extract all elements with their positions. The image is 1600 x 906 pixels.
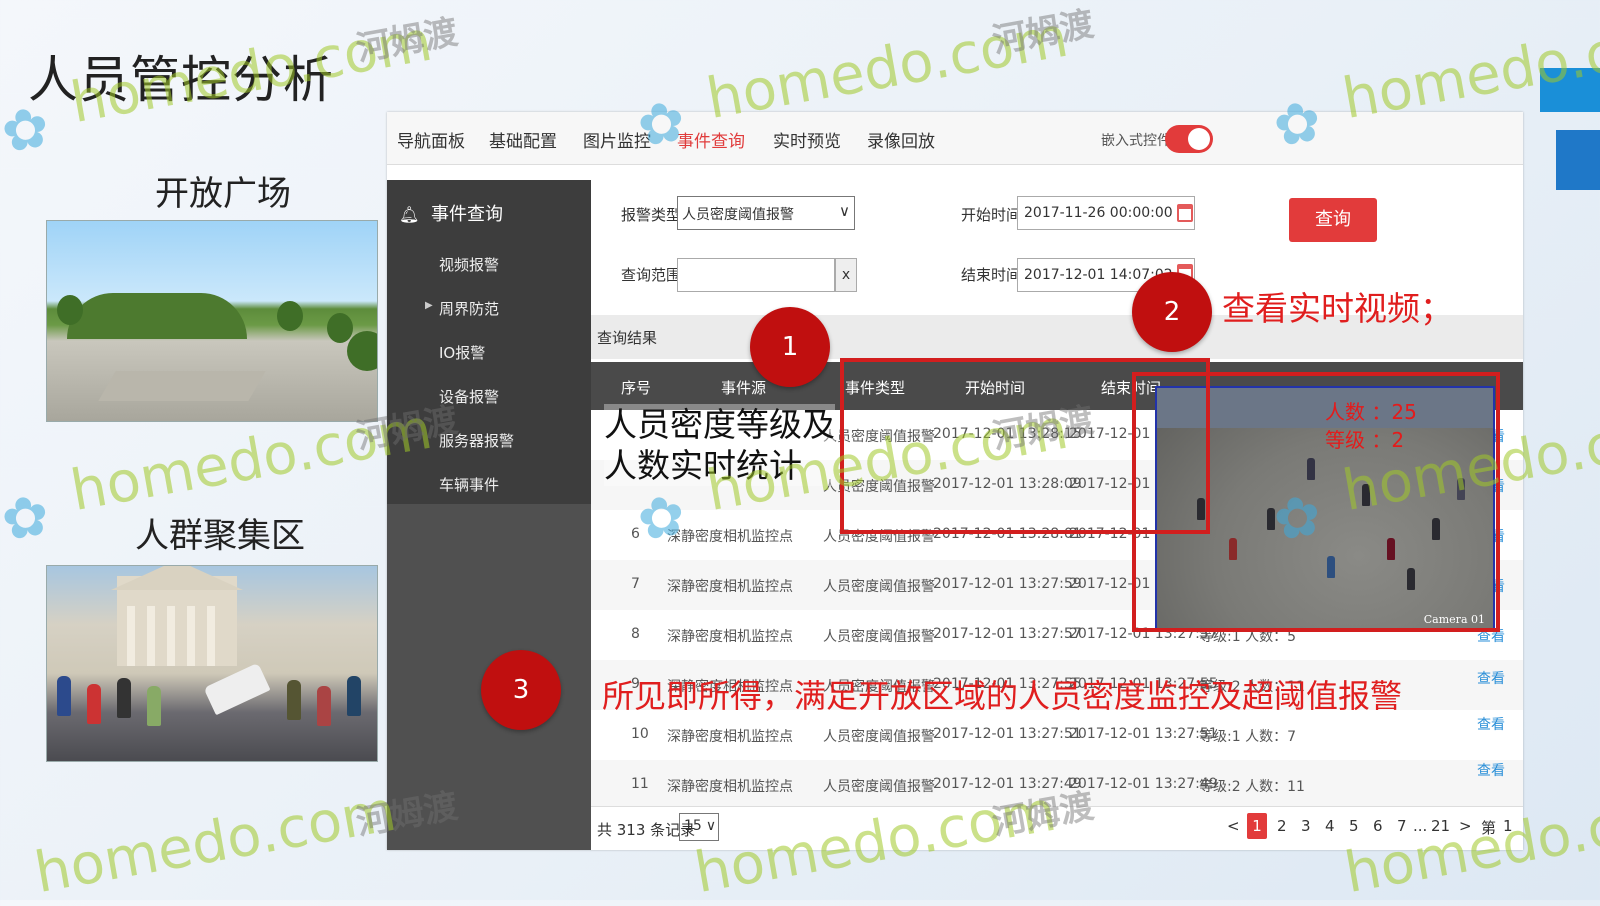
cell-no: 7 (631, 576, 640, 592)
embed-control-toggle[interactable] (1165, 125, 1213, 153)
column-header: 事件源 (721, 379, 767, 397)
decor-bar (1556, 130, 1600, 190)
cell-type: 人员密度阈值报警 (823, 629, 935, 645)
cell-start: 2017-12-01 13:27:59 (933, 576, 1082, 592)
annotation-text-2: 查看实时视频； (1222, 289, 1453, 328)
cell-info: 等级:1 人数：7 (1199, 729, 1296, 745)
sidebar-item-video-alarm[interactable]: 视频报警 (439, 254, 499, 275)
crowd-area-photo (46, 565, 378, 762)
page-1[interactable]: 1 (1247, 813, 1267, 839)
chevron-down-icon: ∨ (705, 818, 717, 834)
cell-end: 2017-12-01 13:27:49 (1069, 776, 1218, 792)
expand-arrow-icon: ▶ (425, 300, 433, 311)
annotation-marker-3: 3 (481, 650, 561, 730)
calendar-icon[interactable] (1177, 204, 1193, 222)
cell-start: 2017-12-01 13:27:51 (933, 726, 1082, 742)
bell-icon: 🔔︎ (399, 205, 420, 224)
cell-type: 人员密度阈值报警 (823, 779, 935, 795)
view-link[interactable]: 查看 (1477, 760, 1505, 780)
sidebar: 🔔︎ 事件查询 视频报警 ▶ 周界防范 IO报警 设备报警 服务器报警 车辆事件 (387, 180, 591, 850)
watermark-logo-icon: ✿ (1268, 88, 1327, 161)
watermark: homedo.com (30, 778, 401, 906)
sidebar-item-perimeter[interactable]: 周界防范 (439, 298, 499, 319)
sidebar-item-vehicle-event[interactable]: 车辆事件 (439, 474, 499, 495)
label-crowd-area: 人群聚集区 (135, 516, 305, 556)
alarm-type-select[interactable]: 人员密度阈值报警 ∨ (677, 196, 855, 230)
embed-control-label: 嵌入式控件 (1101, 133, 1171, 149)
cell-source: 深静密度相机监控点 (667, 779, 793, 795)
cell-start: 2017-12-01 13:27:57 (933, 626, 1082, 642)
page-5[interactable]: 5 (1349, 817, 1359, 835)
nav-dashboard[interactable]: 导航面板 (397, 127, 465, 152)
sidebar-header[interactable]: 🔔︎ 事件查询 (399, 200, 503, 226)
watermark: 河姆渡 (353, 12, 461, 70)
annotation-marker-1: 1 (750, 307, 830, 387)
results-label: 查询结果 (597, 329, 658, 347)
prev-page-button[interactable]: < (1227, 817, 1240, 835)
cell-source: 深静密度相机监控点 (667, 629, 793, 645)
nav-playback[interactable]: 录像回放 (867, 127, 935, 152)
nav-basic-config[interactable]: 基础配置 (489, 127, 557, 152)
query-range-input[interactable] (677, 258, 835, 292)
view-link[interactable]: 查看 (1477, 714, 1505, 734)
page-6[interactable]: 6 (1373, 817, 1383, 835)
page-2[interactable]: 2 (1277, 817, 1287, 835)
page-3[interactable]: 3 (1301, 817, 1311, 835)
query-button[interactable]: 查询 (1289, 198, 1377, 242)
cell-source: 深静密度相机监控点 (667, 579, 793, 595)
column-header: 序号 (621, 379, 652, 397)
cell-no: 11 (631, 776, 649, 792)
annotation-text-3: 所见即所得，满足开放区域的人员密度监控及超阈值报警 (602, 677, 1403, 715)
table-row: 10 深静密度相机监控点 人员密度阈值报警 2017-12-01 13:27:5… (591, 710, 1523, 761)
cell-end: 2017-12-01 13:27:51 (1069, 726, 1218, 742)
sidebar-item-io-alarm[interactable]: IO报警 (439, 342, 485, 363)
watermark-logo-icon: ✿ (632, 88, 691, 161)
cell-type: 人员密度阈值报警 (823, 729, 935, 745)
watermark: 河姆渡 (989, 4, 1097, 62)
page-4[interactable]: 4 (1325, 817, 1335, 835)
clear-icon[interactable]: x (835, 258, 857, 292)
cell-no: 8 (631, 626, 640, 642)
start-time-field[interactable]: 2017-11-26 00:00:00 (1017, 196, 1195, 230)
label-open-plaza: 开放广场 (155, 174, 291, 214)
open-plaza-photo (46, 220, 378, 422)
view-link[interactable]: 查看 (1477, 668, 1505, 688)
nav-live-preview[interactable]: 实时预览 (773, 127, 841, 152)
chevron-down-icon: ∨ (839, 202, 850, 220)
cell-type: 人员密度阈值报警 (823, 579, 935, 595)
cell-source: 深静密度相机监控点 (667, 729, 793, 745)
cell-no: 10 (631, 726, 649, 742)
annotation-marker-2: 2 (1132, 272, 1212, 352)
watermark-logo-icon: ✿ (0, 482, 55, 555)
cell-info: 等级:2 人数：11 (1199, 779, 1305, 795)
